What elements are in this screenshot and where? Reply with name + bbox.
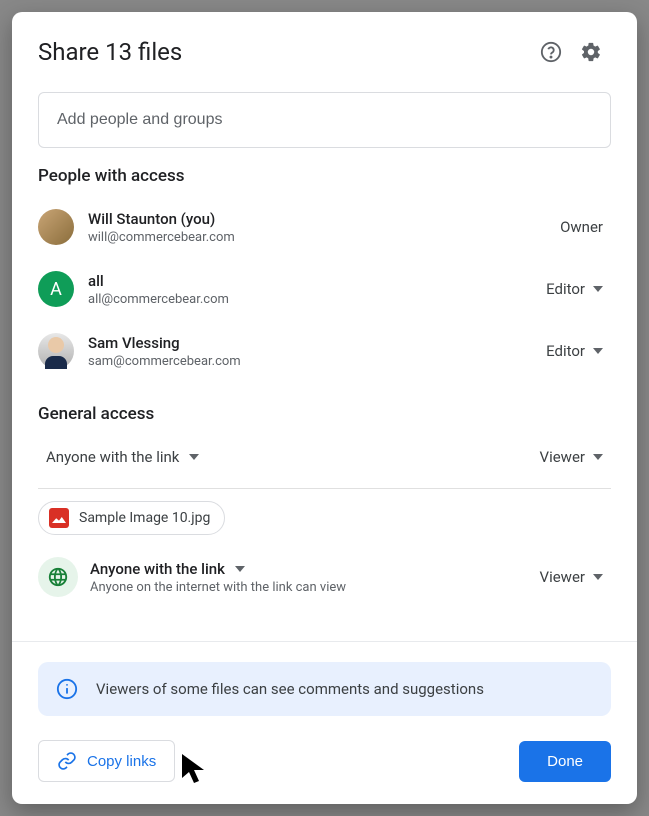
link-scope-text: Anyone with the link bbox=[90, 560, 225, 578]
info-icon bbox=[56, 678, 78, 700]
person-email: will@commercebear.com bbox=[88, 230, 552, 245]
person-info: Will Staunton (you) will@commercebear.co… bbox=[88, 210, 552, 245]
chevron-down-icon bbox=[593, 286, 603, 292]
access-scope-dropdown[interactable]: Anyone with the link bbox=[46, 448, 532, 466]
person-row: A all all@commercebear.com Editor bbox=[38, 258, 611, 320]
help-icon[interactable] bbox=[531, 32, 571, 72]
avatar: A bbox=[38, 271, 74, 307]
dialog-header: Share 13 files bbox=[12, 12, 637, 84]
role-dropdown[interactable]: Editor bbox=[538, 336, 611, 366]
role-text: Editor bbox=[546, 342, 585, 360]
dialog-footer: Viewers of some files can see comments a… bbox=[12, 641, 637, 804]
role-text: Viewer bbox=[540, 568, 585, 586]
link-access-row: Anyone with the link Anyone on the inter… bbox=[38, 553, 611, 601]
role-text: Viewer bbox=[540, 448, 585, 466]
role-text: Editor bbox=[546, 280, 585, 298]
role-dropdown[interactable]: Editor bbox=[538, 274, 611, 304]
info-banner-text: Viewers of some files can see comments a… bbox=[96, 680, 484, 698]
gear-icon[interactable] bbox=[571, 32, 611, 72]
role-text: Owner bbox=[560, 218, 603, 236]
file-chip[interactable]: Sample Image 10.jpg bbox=[38, 501, 225, 535]
access-scope-text: Anyone with the link bbox=[46, 448, 179, 466]
dialog-body: People with access Will Staunton (you) w… bbox=[12, 84, 637, 641]
person-name: Sam Vlessing bbox=[88, 334, 538, 352]
chevron-down-icon bbox=[593, 574, 603, 580]
person-email: sam@commercebear.com bbox=[88, 354, 538, 369]
divider bbox=[38, 488, 611, 489]
info-banner: Viewers of some files can see comments a… bbox=[38, 662, 611, 716]
person-name: all bbox=[88, 272, 538, 290]
people-section-title: People with access bbox=[38, 166, 611, 186]
person-row: Sam Vlessing sam@commercebear.com Editor bbox=[38, 320, 611, 382]
footer-buttons: Copy links Done bbox=[38, 740, 611, 782]
copy-links-label: Copy links bbox=[87, 753, 156, 770]
globe-icon bbox=[38, 557, 78, 597]
chevron-down-icon bbox=[593, 454, 603, 460]
add-people-input-wrap[interactable] bbox=[38, 92, 611, 148]
avatar bbox=[38, 209, 74, 245]
chevron-down-icon bbox=[189, 454, 199, 460]
general-access-section: General access Anyone with the link View… bbox=[38, 404, 611, 601]
general-section-title: General access bbox=[38, 404, 611, 424]
avatar bbox=[38, 333, 74, 369]
link-access-info: Anyone with the link Anyone on the inter… bbox=[90, 560, 532, 595]
role-label: Owner bbox=[552, 212, 611, 242]
chevron-down-icon bbox=[593, 348, 603, 354]
add-people-input[interactable] bbox=[57, 111, 592, 129]
person-info: Sam Vlessing sam@commercebear.com bbox=[88, 334, 538, 369]
person-email: all@commercebear.com bbox=[88, 292, 538, 307]
person-info: all all@commercebear.com bbox=[88, 272, 538, 307]
link-icon bbox=[57, 751, 77, 771]
general-access-row: Anyone with the link Viewer bbox=[38, 434, 611, 484]
link-scope-dropdown[interactable]: Anyone with the link bbox=[90, 560, 532, 578]
dialog-title: Share 13 files bbox=[38, 38, 531, 66]
person-name: Will Staunton (you) bbox=[88, 210, 552, 228]
link-access-description: Anyone on the internet with the link can… bbox=[90, 580, 532, 595]
chevron-down-icon bbox=[235, 566, 245, 572]
role-dropdown[interactable]: Viewer bbox=[532, 442, 611, 472]
share-dialog: Share 13 files People with access Will S… bbox=[12, 12, 637, 804]
copy-links-button[interactable]: Copy links bbox=[38, 740, 175, 782]
file-chip-name: Sample Image 10.jpg bbox=[79, 510, 210, 526]
person-row: Will Staunton (you) will@commercebear.co… bbox=[38, 196, 611, 258]
image-file-icon bbox=[49, 508, 69, 528]
role-dropdown[interactable]: Viewer bbox=[532, 562, 611, 592]
done-button[interactable]: Done bbox=[519, 741, 611, 782]
